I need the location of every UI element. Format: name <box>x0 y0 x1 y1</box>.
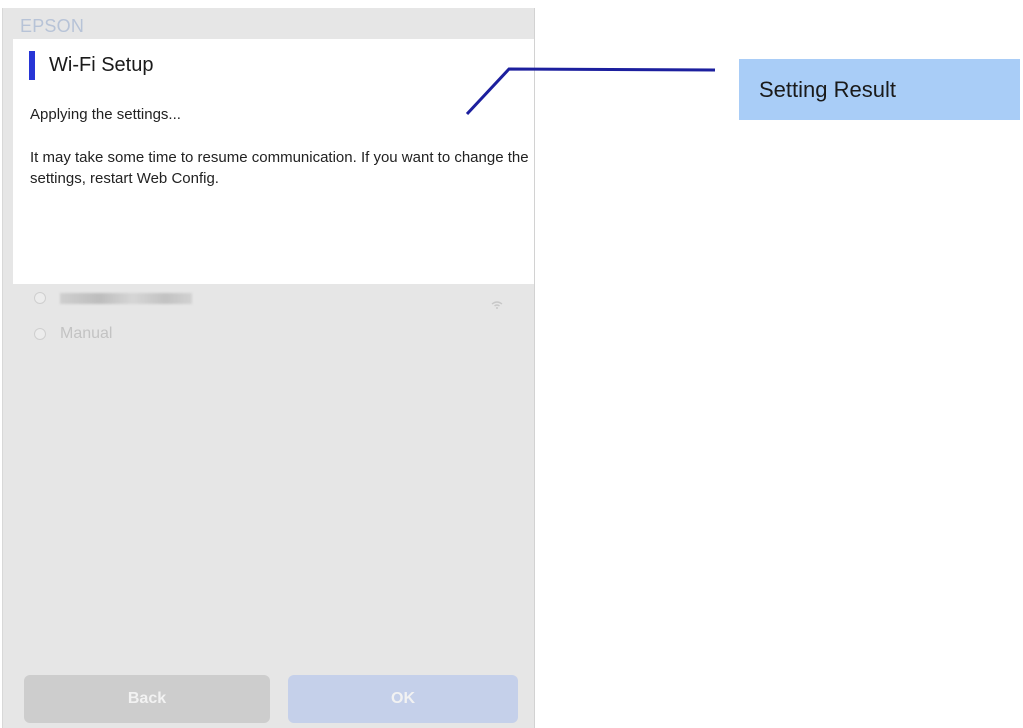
manual-option-label: Manual <box>60 325 113 342</box>
radio-button[interactable] <box>34 292 46 304</box>
resume-message: It may take some time to resume communic… <box>30 149 529 187</box>
printer-screen: EPSON Manual Wi-Fi Setup Applying the se… <box>2 8 535 728</box>
callout-label: Setting Result <box>759 76 896 102</box>
dialog-title: Wi-Fi Setup <box>49 54 154 76</box>
wifi-signal-icon <box>491 301 503 309</box>
network-option[interactable] <box>34 288 192 308</box>
ok-button[interactable]: OK <box>288 675 518 723</box>
radio-button[interactable] <box>34 328 46 340</box>
network-ssid-blurred <box>60 292 192 304</box>
brand-logo: EPSON <box>20 16 85 36</box>
callout-label-box: Setting Result <box>739 59 1020 120</box>
back-button[interactable]: Back <box>24 675 270 723</box>
wifi-setup-dialog: Wi-Fi Setup Applying the settings... It … <box>13 39 534 284</box>
title-accent-bar <box>29 51 35 80</box>
manual-option[interactable]: Manual <box>34 324 112 344</box>
stage: EPSON Manual Wi-Fi Setup Applying the se… <box>0 0 1023 728</box>
applying-message: Applying the settings... <box>30 106 181 123</box>
